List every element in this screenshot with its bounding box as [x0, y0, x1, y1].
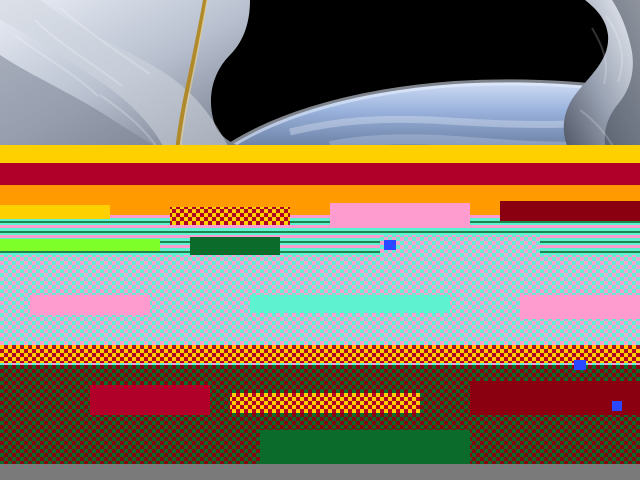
block-9 [250, 295, 450, 313]
block-8 [30, 295, 150, 315]
image-frame [0, 0, 640, 480]
block-12 [90, 385, 210, 415]
corruption-region [0, 145, 640, 480]
block-1 [0, 205, 110, 219]
block-7 [380, 235, 540, 257]
block-5 [0, 239, 160, 251]
accent-3 [612, 401, 622, 411]
block-13 [230, 393, 420, 413]
block-2 [170, 207, 290, 225]
accent-2 [574, 360, 586, 370]
photo-top-portion [0, 0, 640, 160]
block-17 [500, 427, 640, 464]
block-11 [0, 345, 640, 363]
block-16 [260, 430, 470, 464]
accent-1 [384, 240, 396, 250]
block-6 [190, 237, 280, 255]
glitch-svg [0, 145, 640, 464]
photo-svg [0, 0, 640, 160]
block-4 [500, 201, 640, 221]
block-15 [0, 435, 220, 464]
block-3 [330, 203, 470, 225]
band-red-top [0, 163, 640, 185]
block-10 [520, 295, 640, 319]
gray-footer-bar [0, 464, 640, 480]
